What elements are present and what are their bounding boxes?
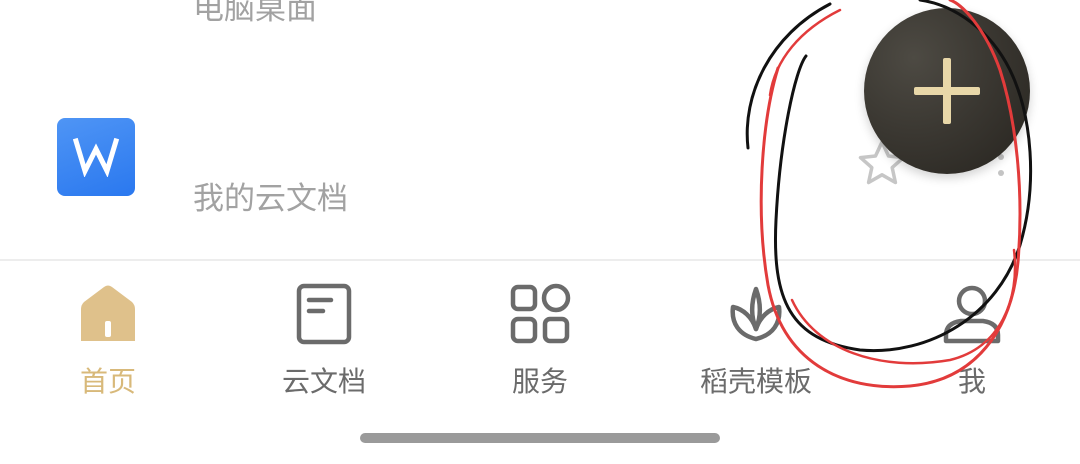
tab-label: 云文档 [281, 365, 366, 398]
document-icon [293, 283, 355, 345]
home-icon [77, 283, 139, 345]
plus-icon [914, 58, 980, 124]
tab-label: 我 [957, 365, 986, 398]
tab-services[interactable]: 服务 [432, 261, 648, 411]
wps-writer-icon [57, 118, 135, 196]
file-location: 我的云文档 [193, 181, 348, 217]
tab-cloud-docs[interactable]: 云文档 [216, 261, 432, 411]
tab-label: 服务 [511, 365, 568, 398]
create-new-button[interactable] [864, 8, 1030, 174]
grid-icon [509, 283, 571, 345]
leaf-icon [725, 283, 787, 345]
tab-label: 稻壳模板 [699, 365, 812, 398]
screen: 电脑桌面 我的云文档 首页 云文档 服务 稻壳模板 我 [0, 0, 1080, 464]
user-icon [941, 283, 1003, 345]
tab-home[interactable]: 首页 [0, 261, 216, 411]
tab-me[interactable]: 我 [864, 261, 1080, 411]
file-location: 电脑桌面 [193, 0, 317, 27]
tab-label: 首页 [79, 365, 136, 398]
tab-templates[interactable]: 稻壳模板 [648, 261, 864, 411]
home-indicator [360, 433, 720, 443]
